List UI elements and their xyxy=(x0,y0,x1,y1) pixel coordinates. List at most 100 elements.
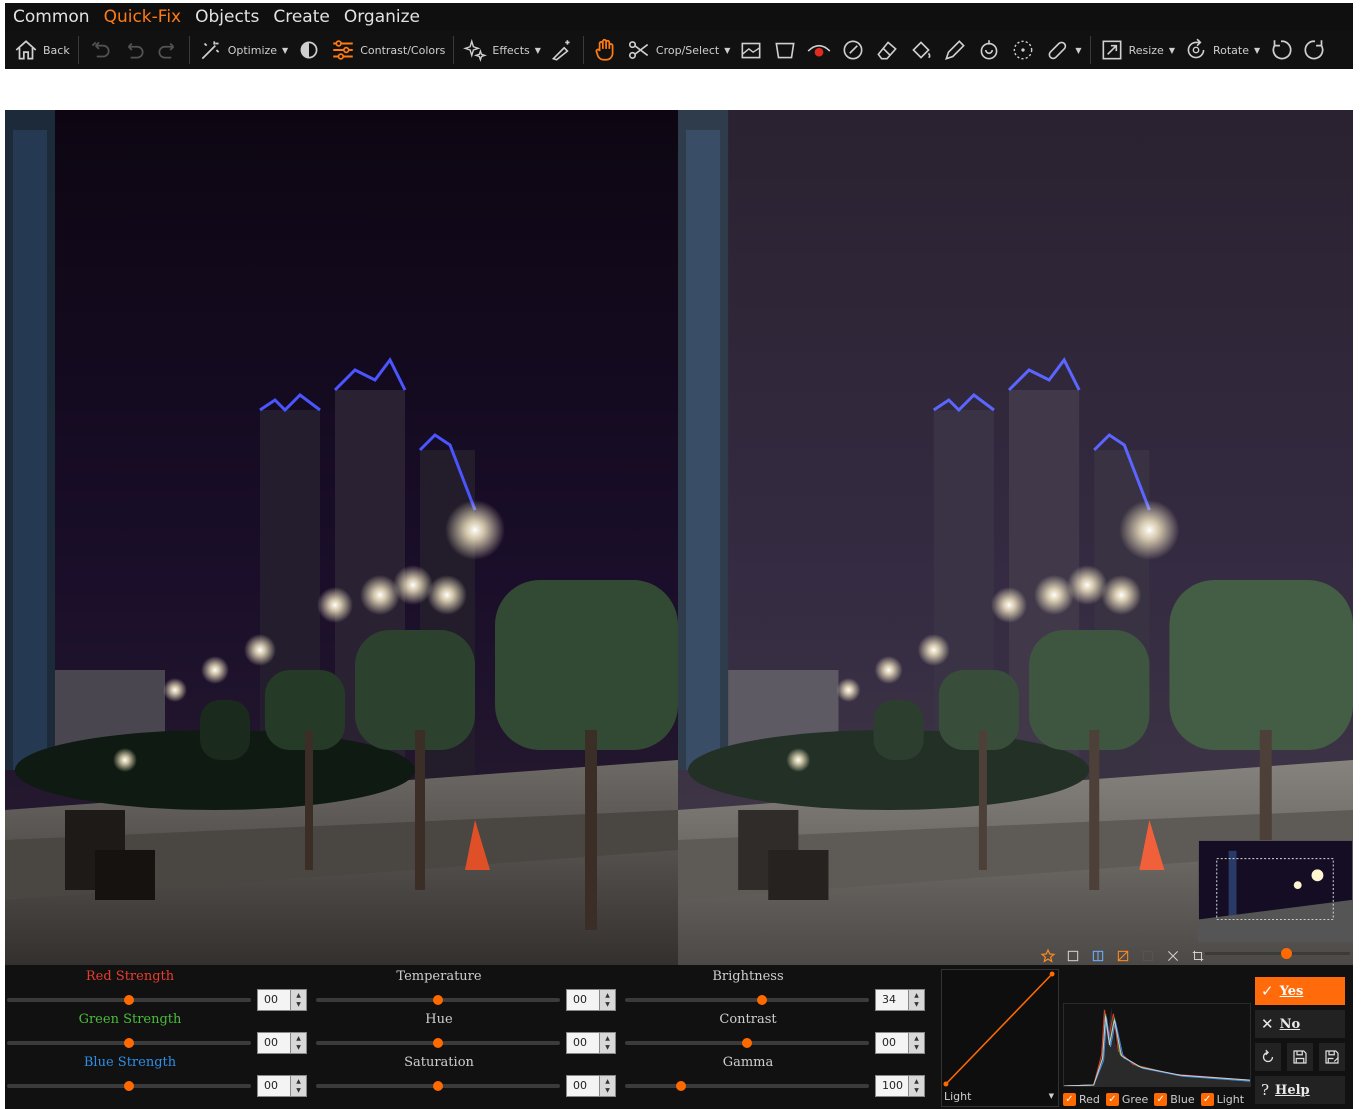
slider-knob[interactable] xyxy=(124,995,134,1005)
fill-button[interactable] xyxy=(904,31,938,69)
navigator-thumbnail[interactable] xyxy=(1198,840,1353,942)
contrast-colors-button[interactable]: Contrast/Colors xyxy=(326,31,449,69)
brightness-slider[interactable] xyxy=(625,995,869,1005)
check-icon: ✓ xyxy=(1261,982,1274,1000)
blue-strength-value[interactable]: 00 xyxy=(257,1075,291,1097)
optimize-button[interactable]: Optimize ▼ xyxy=(194,31,292,69)
slider-knob[interactable] xyxy=(433,1038,443,1048)
gamma-spinbox[interactable]: 100 ▲ ▼ xyxy=(875,1075,927,1097)
spot-heal-icon xyxy=(1014,40,1033,60)
zoom-slider[interactable] xyxy=(1205,948,1350,959)
pencil-button[interactable] xyxy=(938,31,972,69)
gamma-slider[interactable] xyxy=(625,1081,869,1091)
mode-tab-6[interactable] xyxy=(1185,945,1210,967)
histogram-plot xyxy=(1063,1003,1251,1087)
exposure-button[interactable] xyxy=(292,31,326,69)
yes-button[interactable]: ✓ Yes xyxy=(1255,977,1345,1005)
menu-organize[interactable]: Organize xyxy=(336,3,426,31)
photo-before[interactable] xyxy=(5,110,678,965)
hue-slider[interactable] xyxy=(316,1038,560,1048)
clone-button[interactable] xyxy=(836,31,870,69)
slider-knob[interactable] xyxy=(756,995,767,1005)
pencil-icon xyxy=(945,40,966,60)
blue-strength-label: Blue Strength xyxy=(83,1055,177,1070)
green-strength-label: Green Strength xyxy=(78,1012,182,1027)
check-red[interactable]: ✓ Red xyxy=(1063,1092,1100,1106)
spinner-arrows-icon[interactable]: ▲ ▼ xyxy=(909,1075,925,1097)
slider-knob[interactable] xyxy=(124,1081,134,1091)
menu-quick-fix[interactable]: Quick-Fix xyxy=(96,3,188,31)
toolbar-divider xyxy=(582,36,584,64)
no-button[interactable]: ✕ No xyxy=(1255,1010,1345,1038)
resize-button[interactable]: Resize ▼ xyxy=(1095,31,1179,69)
slider-knob[interactable] xyxy=(433,1081,443,1091)
spinner-arrows-icon[interactable]: ▲ ▼ xyxy=(291,1075,307,1097)
favorite-tab[interactable] xyxy=(1035,945,1060,967)
red-eye-button[interactable] xyxy=(802,31,836,69)
check-green[interactable]: ✓ Gree xyxy=(1105,1092,1148,1106)
gamma-value[interactable]: 100 xyxy=(875,1075,909,1097)
hue-label: Hue xyxy=(425,1012,453,1027)
mode-tab-5[interactable] xyxy=(1160,945,1185,967)
chevron-down-icon: ▼ xyxy=(1048,1092,1054,1100)
check-blue[interactable]: ✓ Blue xyxy=(1154,1092,1195,1106)
blue-strength-slider[interactable] xyxy=(7,1081,251,1091)
menu-create[interactable]: Create xyxy=(265,3,336,31)
reset-button[interactable] xyxy=(1255,1043,1281,1071)
check-light[interactable]: ✓ Light xyxy=(1200,1092,1244,1106)
slider-knob[interactable] xyxy=(433,995,443,1005)
contrast-slider[interactable] xyxy=(625,1038,869,1048)
saturation-spinbox[interactable]: 00 ▲ ▼ xyxy=(566,1075,618,1097)
saturation-label: Saturation xyxy=(404,1055,474,1070)
rotate-right-button[interactable] xyxy=(1298,31,1332,69)
mode-tab-2[interactable] xyxy=(1085,945,1110,967)
photo-after[interactable] xyxy=(678,110,1353,965)
hue-control: Hue 00 ▲ ▼ xyxy=(314,1008,616,1054)
slider-knob[interactable] xyxy=(742,1038,752,1048)
straighten-button[interactable] xyxy=(734,31,768,69)
eraser-button[interactable] xyxy=(870,31,904,69)
bandage-button[interactable]: ▼ xyxy=(1040,31,1085,69)
save-button[interactable] xyxy=(1287,1043,1313,1071)
hand-tool-button[interactable] xyxy=(588,31,622,69)
mode-tab-4[interactable] xyxy=(1135,945,1160,967)
rotate-button[interactable]: Rotate ▼ xyxy=(1179,31,1264,69)
temperature-slider[interactable] xyxy=(316,995,560,1005)
perspective-button[interactable] xyxy=(768,31,802,69)
back-button[interactable]: Back xyxy=(9,31,74,69)
checkbox-checked-icon[interactable]: ✓ xyxy=(1105,1092,1119,1106)
spinner-arrows-icon[interactable]: ▲ ▼ xyxy=(600,1075,616,1097)
compare-icon xyxy=(1092,950,1103,962)
tone-curve-graph[interactable] xyxy=(942,970,1058,1090)
mode-tab-3[interactable] xyxy=(1110,945,1135,967)
red-strength-slider[interactable] xyxy=(7,995,251,1005)
slider-knob[interactable] xyxy=(124,1038,134,1048)
effects-button[interactable]: Effects ▼ xyxy=(458,31,545,69)
saturation-value[interactable]: 00 xyxy=(566,1075,600,1097)
checkbox-checked-icon[interactable]: ✓ xyxy=(1154,1092,1168,1106)
save-as-button[interactable] xyxy=(1319,1043,1345,1071)
redo-button[interactable] xyxy=(151,31,185,69)
spot-button[interactable] xyxy=(1006,31,1040,69)
toolbar-divider xyxy=(77,36,79,64)
menu-common[interactable]: Common xyxy=(5,3,96,31)
tone-curve-panel[interactable]: Light ▼ xyxy=(941,969,1059,1107)
curve-channel-select[interactable]: Light ▼ xyxy=(942,1090,1058,1106)
brush-effects-button[interactable] xyxy=(545,31,579,69)
saturation-slider[interactable] xyxy=(316,1081,560,1091)
dodge-button[interactable] xyxy=(972,31,1006,69)
undo-button[interactable] xyxy=(117,31,151,69)
undo-all-button[interactable] xyxy=(83,31,117,69)
menu-objects[interactable]: Objects xyxy=(187,3,265,31)
mode-tab-1[interactable] xyxy=(1060,945,1085,967)
crop-select-button[interactable]: Crop/Select ▼ xyxy=(622,31,734,69)
checkbox-checked-icon[interactable]: ✓ xyxy=(1200,1092,1214,1106)
green-strength-slider[interactable] xyxy=(7,1038,251,1048)
blue-strength-spinbox[interactable]: 00 ▲ ▼ xyxy=(257,1075,309,1097)
rotate-left-button[interactable] xyxy=(1264,31,1298,69)
red-eye-icon xyxy=(807,44,831,57)
slider-knob[interactable] xyxy=(676,1081,687,1091)
help-button[interactable]: ? Help xyxy=(1255,1076,1345,1104)
checkbox-checked-icon[interactable]: ✓ xyxy=(1063,1092,1076,1106)
star-icon xyxy=(1040,948,1055,963)
